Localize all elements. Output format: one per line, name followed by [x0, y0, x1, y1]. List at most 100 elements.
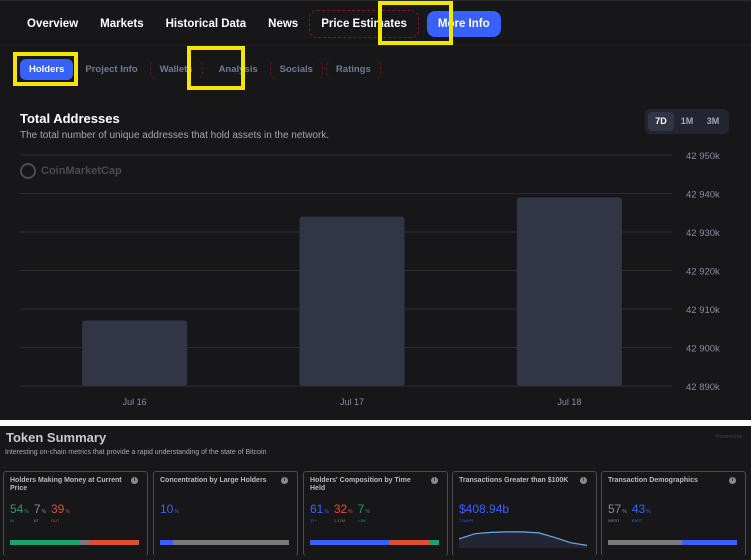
y-tick-label: 42 950k — [686, 151, 720, 162]
distribution-bar — [310, 540, 439, 545]
sparkline — [459, 531, 588, 548]
card-holders-composition: Holders' Composition by Time Held i 61% 1… — [303, 471, 448, 556]
value-in: 54 — [10, 502, 24, 516]
label: AT — [33, 518, 39, 523]
powered-by: Powered by — [716, 434, 743, 440]
value-at: 7 — [33, 502, 41, 516]
subtab-analysis[interactable]: Analysis — [210, 59, 267, 80]
info-icon[interactable]: i — [729, 477, 736, 484]
token-summary: Token Summary Interesting on-chain metri… — [0, 426, 751, 560]
bar-jul-16[interactable] — [82, 320, 188, 386]
card-large-transactions: Transactions Greater than $100K i $408.9… — [452, 471, 597, 556]
tab-markets[interactable]: Markets — [89, 11, 154, 37]
x-tick-label: Jul 17 — [340, 397, 364, 407]
x-tick-label: Jul 18 — [557, 397, 581, 407]
subtab-wallets[interactable]: Wallets — [149, 58, 203, 80]
token-summary-subtitle: Interesting on-chain metrics that provid… — [5, 449, 267, 456]
tab-more-info[interactable]: More Info — [426, 11, 501, 37]
card-title: Holders Making Money at Current Price — [10, 477, 122, 492]
unit: % — [348, 509, 353, 515]
value-1m: 7 — [357, 502, 365, 516]
subtab-holders[interactable]: Holders — [20, 58, 74, 80]
coinmarketcap-logo-icon — [20, 163, 36, 179]
range-3m-button[interactable]: 3M — [700, 112, 726, 131]
unit: % — [646, 509, 651, 515]
bar-segment-1-12m — [388, 540, 430, 545]
card-transaction-demographics: Transaction Demographics i 57% WEST 43% EA… — [601, 471, 746, 556]
bar-segment-1m — [429, 540, 439, 545]
label: WEST — [608, 518, 620, 523]
value-west: 57 — [608, 502, 622, 516]
value-1y: 61 — [310, 502, 324, 516]
value-east: 43 — [631, 502, 646, 516]
info-icon[interactable]: i — [281, 477, 288, 484]
sparkline-area — [459, 531, 587, 548]
card-title: Concentration by Large Holders — [160, 477, 267, 484]
tab-overview[interactable]: Overview — [16, 11, 89, 37]
label: OUT — [50, 518, 60, 523]
range-1m-button[interactable]: 1M — [674, 112, 700, 131]
info-icon[interactable]: i — [580, 477, 587, 484]
card-title: Transaction Demographics — [608, 477, 698, 484]
label: 1Y+ — [310, 518, 318, 523]
unit: % — [324, 509, 329, 515]
y-tick-label: 42 920k — [686, 267, 720, 278]
card-title: Holders' Composition by Time Held — [310, 477, 411, 492]
nav-divider — [0, 45, 751, 46]
label: 1-12M — [333, 518, 346, 523]
y-tick-label: 42 900k — [686, 344, 720, 355]
y-tick-label: 42 890k — [686, 382, 720, 393]
bar-segment-out — [88, 540, 139, 545]
label: <1M — [357, 518, 366, 523]
x-tick-label: Jul 16 — [123, 397, 147, 407]
value-out: 39 — [50, 502, 65, 516]
unit: % — [174, 509, 179, 515]
distribution-bar — [160, 540, 289, 545]
bar-segment-at — [79, 540, 89, 545]
y-tick-label: 42 930k — [686, 228, 720, 239]
card-concentration: Concentration by Large Holders i 10% — [153, 471, 298, 556]
watermark: CoinMarketCap — [20, 163, 122, 179]
divider — [0, 0, 751, 1]
info-icon[interactable]: i — [431, 477, 438, 484]
subtab-project-info[interactable]: Project Info — [76, 59, 146, 80]
tab-historical-data[interactable]: Historical Data — [155, 11, 258, 37]
value-concentration: 10 — [160, 502, 174, 516]
label: EAST — [631, 518, 643, 523]
bar-jul-18[interactable] — [516, 197, 622, 386]
unit: % — [24, 509, 29, 515]
bar-segment-1y — [310, 540, 389, 545]
time-range-selector: 7D 1M 3M — [645, 109, 729, 134]
total-addresses-chart: 42 950k 42 940k 42 930k 42 920k 42 910k 42 90… — [20, 151, 720, 407]
y-tick-label: 42 940k — [686, 190, 720, 201]
range-7d-button[interactable]: 7D — [648, 112, 674, 131]
unit: % — [65, 509, 70, 515]
y-tick-label: 42 910k — [686, 305, 720, 316]
bar-segment-in — [10, 540, 80, 545]
distribution-bar — [10, 540, 139, 545]
value-1-12m: 32 — [333, 502, 348, 516]
section-title: Total Addresses — [20, 111, 120, 126]
bar-jul-17[interactable] — [299, 216, 405, 386]
distribution-bar — [608, 540, 737, 545]
unit: % — [365, 509, 370, 515]
subtab-ratings[interactable]: Ratings — [325, 58, 381, 80]
value-transactions: $408.94b — [459, 502, 510, 516]
bar-segment-west — [608, 540, 682, 545]
watermark-text: CoinMarketCap — [41, 165, 122, 177]
info-icon[interactable]: i — [131, 477, 138, 484]
bar-segment-east — [681, 540, 737, 545]
subtab-socials[interactable]: Socials — [269, 58, 323, 80]
sub-nav: Holders Project Info Wallets Analysis So… — [20, 58, 384, 80]
bar-segment-large-holders — [160, 540, 173, 545]
unit: % — [622, 509, 627, 515]
main-nav: Overview Markets Historical Data News Pr… — [16, 10, 501, 38]
card-holders-making-money: Holders Making Money at Current Price i … — [3, 471, 148, 556]
card-title: Transactions Greater than $100K — [459, 477, 569, 484]
unit: % — [41, 509, 46, 515]
main-panel: Overview Markets Historical Data News Pr… — [0, 0, 751, 420]
label: IN — [10, 518, 14, 523]
token-summary-title: Token Summary — [6, 430, 107, 445]
tab-news[interactable]: News — [257, 11, 309, 37]
tab-price-estimates[interactable]: Price Estimates — [309, 10, 419, 38]
